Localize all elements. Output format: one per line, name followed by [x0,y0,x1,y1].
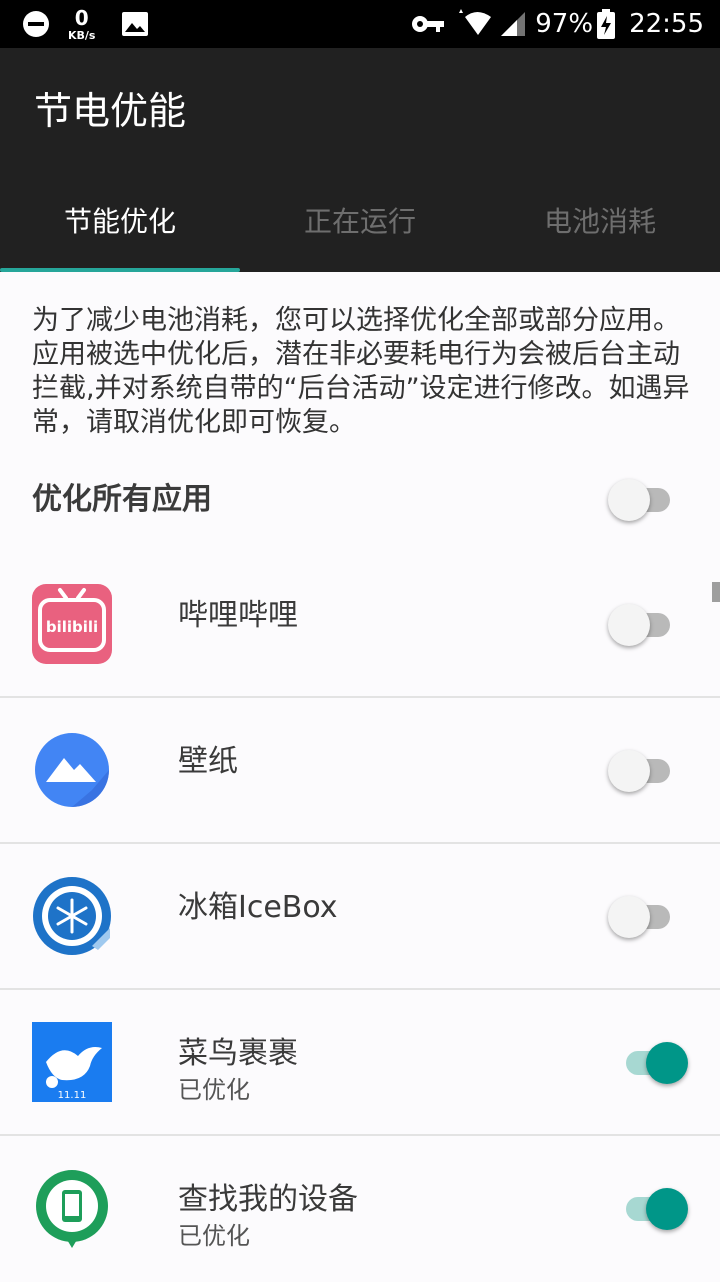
net-speed-unit: KB/s [68,28,96,42]
battery-charging-icon [597,9,616,39]
bilibili-icon: bilibili [32,584,112,664]
tab-battery-usage[interactable]: 电池消耗 [480,172,720,268]
bilibili-logo-text: bilibili [46,618,98,636]
tab-indicator [0,268,240,272]
find-my-device-icon [32,1168,112,1248]
app-row-icebox[interactable]: 冰箱IceBox [0,844,720,990]
tab-running[interactable]: 正在运行 [240,172,480,268]
net-speed-indicator: 0 KB/s [68,8,95,41]
wallpaper-icon [32,730,112,810]
app-status: 已优化 [178,1222,250,1250]
app-row-cainiao[interactable]: 11.11 菜鸟裹裹 已优化 [0,990,720,1136]
app-name: 哔哩哔哩 [178,598,298,633]
app-row-wallpaper[interactable]: 壁纸 [0,698,720,844]
app-row-find-my-device[interactable]: 查找我的设备 已优化 [0,1136,720,1282]
optimization-description: 为了减少电池消耗，您可以选择优化全部或部分应用。应用被选中优化后，潜在非必要耗电… [32,305,690,438]
app-row-bilibili[interactable]: bilibili 哔哩哔哩 [0,552,720,698]
page-title: 节电优能 [34,89,187,133]
optimize-all-switch[interactable] [608,477,672,521]
app-optimize-switch-bilibili[interactable] [608,602,672,646]
clock: 22:55 [629,9,704,39]
app-optimize-switch-find-my-device[interactable] [624,1186,688,1230]
app-optimize-switch-wallpaper[interactable] [608,748,672,792]
net-speed-value: 0 [74,5,89,30]
status-bar: 0 KB/s 97% 22:55 [0,0,720,48]
app-name: 壁纸 [178,744,238,779]
battery-percent: 97% [535,9,594,39]
app-status: 已优化 [178,1076,250,1104]
cainiao-icon-badge-text: 11.11 [58,1090,87,1101]
app-name: 查找我的设备 [178,1182,358,1217]
app-name: 菜鸟裹裹 [178,1036,298,1071]
icebox-icon [32,876,112,956]
image-icon [121,11,149,37]
tab-bar: 节能优化 正在运行 电池消耗 [0,172,720,272]
app-bar: 节电优能 节能优化 正在运行 电池消耗 [0,48,720,272]
app-name: 冰箱IceBox [178,890,338,925]
dnd-icon [22,10,50,38]
app-optimize-switch-cainiao[interactable] [624,1040,688,1084]
cainiao-icon: 11.11 [32,1022,112,1102]
tab-battery-optimization[interactable]: 节能优化 [0,172,240,268]
app-optimize-switch-icebox[interactable] [608,894,672,938]
optimize-all-label: 优化所有应用 [32,482,212,517]
vpn-key-icon [411,14,445,34]
wifi-icon [455,9,495,39]
signal-icon [499,10,527,38]
